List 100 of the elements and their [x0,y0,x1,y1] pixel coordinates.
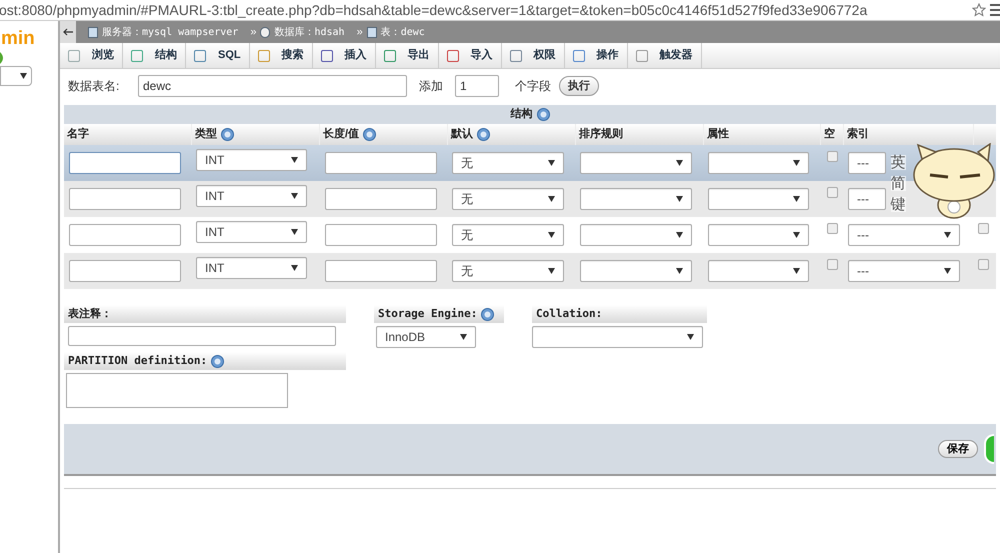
tab-icon [131,50,143,62]
breadcrumb-separator: » [356,24,363,40]
help-icon[interactable] [221,128,234,141]
caret-icon [793,160,800,166]
caret-icon [676,268,683,274]
dropdown[interactable] [708,188,809,210]
caret-icon [291,229,298,235]
dropdown[interactable]: 无 [452,188,564,210]
ime-indicator[interactable]: 英 [890,155,906,170]
caret-icon [291,193,298,199]
caret-icon [793,196,800,202]
section-label: Collation: [536,306,602,322]
left-arrow-icon [63,28,73,36]
field-label: 添加 [419,78,443,95]
caret-icon [793,232,800,238]
name-field[interactable] [69,152,181,174]
dropdown[interactable]: --- [848,188,886,210]
checkbox[interactable] [827,151,838,162]
help-icon[interactable] [481,308,494,320]
section-title: 结构 [510,106,532,122]
caret-icon [944,268,951,274]
dropdown[interactable]: INT [196,149,307,171]
tab-icon [510,50,522,62]
dropdown[interactable] [580,260,692,282]
caret-icon [548,196,555,202]
tab[interactable]: 插入 [312,43,376,68]
field-label: 数据表名: [68,78,120,95]
save-button[interactable]: 保存 [938,440,978,458]
dropdown[interactable]: --- [848,260,960,282]
section-label: 表注释： [68,306,112,322]
tab-icon [572,50,585,62]
dropdown[interactable]: --- [848,152,886,174]
dropdown[interactable]: 无 [452,152,564,174]
length-field[interactable] [325,260,437,282]
partition-textarea[interactable] [66,373,288,408]
dropdown[interactable]: INT [196,185,307,207]
back-button[interactable] [60,21,76,43]
go-button[interactable]: 执行 [559,76,599,96]
database-dropdown[interactable] [0,66,32,86]
breadcrumb-separator: » [250,24,256,40]
caret-icon [548,160,555,166]
checkbox[interactable] [827,259,838,270]
dropdown[interactable]: 无 [452,224,564,246]
caret-icon [460,334,467,340]
caret-icon [548,232,555,238]
caret-icon [793,268,800,274]
dropdown[interactable] [580,224,692,246]
name-field[interactable] [69,188,181,210]
tab[interactable]: 搜索 [250,43,313,68]
tab[interactable]: 结构 [123,43,186,68]
name-field[interactable] [69,260,181,282]
tab-icon [68,50,80,62]
tab-icon [320,50,333,62]
tab[interactable]: 导出 [376,43,439,68]
checkbox[interactable] [978,259,989,270]
field-count-field[interactable]: 1 [455,75,499,97]
tab[interactable]: 操作 [564,43,628,68]
caret-icon [291,265,298,271]
tab[interactable]: 触发器 [628,43,702,68]
dropdown[interactable] [532,326,703,348]
comment-field[interactable] [68,326,336,346]
tab-icon [636,50,648,62]
ime-indicator[interactable]: 简 [890,176,906,191]
dropdown[interactable] [708,224,809,246]
dropdown[interactable] [708,260,809,282]
checkbox[interactable] [827,223,838,234]
tab-icon [384,50,396,62]
table-name-field[interactable]: dewc [138,75,407,97]
tab-icon [258,50,270,62]
dropdown[interactable]: INT [196,221,307,243]
help-icon[interactable] [536,108,550,121]
dropdown[interactable]: 无 [452,260,564,282]
length-field[interactable] [325,188,437,210]
dropdown[interactable]: --- [848,224,960,246]
length-field[interactable] [325,224,437,246]
section-label: PARTITION definition: [68,352,208,369]
tab[interactable]: SQL [186,43,250,68]
help-icon[interactable] [363,128,376,141]
dropdown[interactable] [580,188,692,210]
dropdown[interactable] [708,152,809,174]
ime-indicator[interactable]: 键 [890,197,906,212]
tab[interactable]: 导入 [438,43,502,68]
checkbox[interactable] [827,187,838,198]
menu-icon[interactable] [990,4,1000,16]
name-field[interactable] [69,224,181,246]
help-icon[interactable] [211,354,224,368]
caret-icon [944,232,951,238]
server-icon [88,26,98,38]
dropdown[interactable]: INT [196,257,307,279]
caret-icon [548,268,555,274]
help-icon[interactable] [477,128,490,141]
tab[interactable]: 权限 [502,43,565,68]
dropdown[interactable]: InnoDB [376,326,476,348]
dropdown[interactable] [580,152,692,174]
tab[interactable]: 浏览 [60,43,123,68]
tab-icon [446,50,459,62]
field-label: 个字段 [515,78,551,95]
checkbox[interactable] [978,223,989,234]
length-field[interactable] [325,152,437,174]
bookmark-star-icon[interactable] [972,3,986,17]
